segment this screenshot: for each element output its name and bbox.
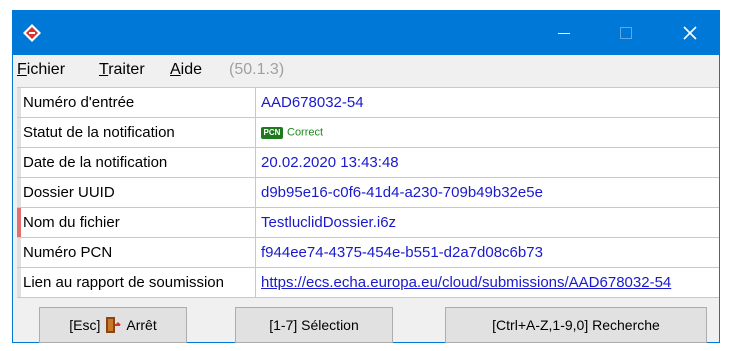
- stop-button[interactable]: [Esc] Arrêt: [39, 307, 187, 343]
- row-label: Lien au rapport de soumission: [23, 268, 256, 297]
- row-marker-active: [17, 208, 21, 237]
- exit-door-icon: [106, 317, 122, 333]
- row-value[interactable]: d9b95e16-c0f6-41d4-a230-709b49b32e5e: [261, 178, 719, 207]
- row-value[interactable]: f944ee74-4375-454e-b551-d2a7d08c6b73: [261, 238, 719, 267]
- minimize-icon: [558, 33, 570, 34]
- table-row[interactable]: Date de la notification 20.02.2020 13:43…: [17, 148, 719, 178]
- selection-button[interactable]: [1-7] Sélection: [235, 307, 393, 343]
- row-label: Statut de la notification: [23, 118, 256, 147]
- submission-report-link[interactable]: https://ecs.echa.europa.eu/cloud/submiss…: [261, 268, 719, 297]
- table-row[interactable]: Dossier UUID d9b95e16-c0f6-41d4-a230-709…: [17, 178, 719, 208]
- close-icon: [683, 26, 697, 40]
- row-label: Date de la notification: [23, 148, 256, 177]
- maximize-icon: [620, 27, 632, 39]
- row-marker: [17, 178, 21, 207]
- row-value[interactable]: 20.02.2020 13:43:48: [261, 148, 719, 177]
- stop-label: Arrêt: [126, 317, 157, 333]
- menu-fichier-accel: F: [17, 61, 27, 78]
- notification-details-grid: Numéro d'entrée AAD678032-54 Statut de l…: [17, 87, 719, 298]
- diamond-app-icon: [23, 24, 41, 42]
- table-row[interactable]: Lien au rapport de soumission https://ec…: [17, 268, 719, 298]
- menu-bar: Fichier Traiter Aide (50.1.3): [13, 55, 719, 82]
- title-bar[interactable]: [13, 11, 719, 55]
- table-row[interactable]: Numéro PCN f944ee74-4375-454e-b551-d2a7d…: [17, 238, 719, 268]
- menu-traiter[interactable]: Traiter: [99, 61, 145, 79]
- menu-fichier[interactable]: Fichier: [17, 61, 65, 79]
- menu-aide[interactable]: Aide: [170, 61, 202, 79]
- row-marker: [17, 118, 21, 147]
- row-label: Nom du fichier: [23, 208, 256, 237]
- app-window: Fichier Traiter Aide (50.1.3) Numéro d'e…: [12, 10, 720, 343]
- row-label: Numéro PCN: [23, 238, 256, 267]
- minimize-button[interactable]: [541, 11, 587, 55]
- pcn-logo-icon: PCN: [261, 127, 283, 140]
- version-label: (50.1.3): [229, 61, 285, 78]
- table-row[interactable]: Numéro d'entrée AAD678032-54: [17, 88, 719, 118]
- row-label: Dossier UUID: [23, 178, 256, 207]
- table-row[interactable]: Statut de la notification PCN Correct: [17, 118, 719, 148]
- menu-traiter-label: raiter: [108, 61, 145, 78]
- row-marker: [17, 238, 21, 267]
- menu-aide-label: ide: [180, 61, 203, 78]
- menu-aide-accel: A: [170, 61, 181, 78]
- search-button[interactable]: [Ctrl+A-Z,1-9,0] Recherche: [445, 307, 707, 343]
- row-value[interactable]: TestluclidDossier.i6z: [261, 208, 719, 237]
- status-text: Correct: [287, 126, 324, 139]
- stop-shortcut: [Esc]: [69, 317, 101, 333]
- table-row[interactable]: Nom du fichier TestluclidDossier.i6z: [17, 208, 719, 238]
- row-marker: [17, 88, 21, 117]
- menu-traiter-accel: T: [99, 61, 109, 78]
- row-marker: [17, 268, 21, 297]
- maximize-button[interactable]: [603, 11, 649, 55]
- close-button[interactable]: [667, 11, 713, 55]
- row-marker: [17, 148, 21, 177]
- row-label: Numéro d'entrée: [23, 88, 256, 117]
- menu-fichier-label: ichier: [26, 61, 66, 78]
- row-value[interactable]: AAD678032-54: [261, 88, 719, 117]
- row-value-status[interactable]: PCN Correct: [261, 118, 719, 147]
